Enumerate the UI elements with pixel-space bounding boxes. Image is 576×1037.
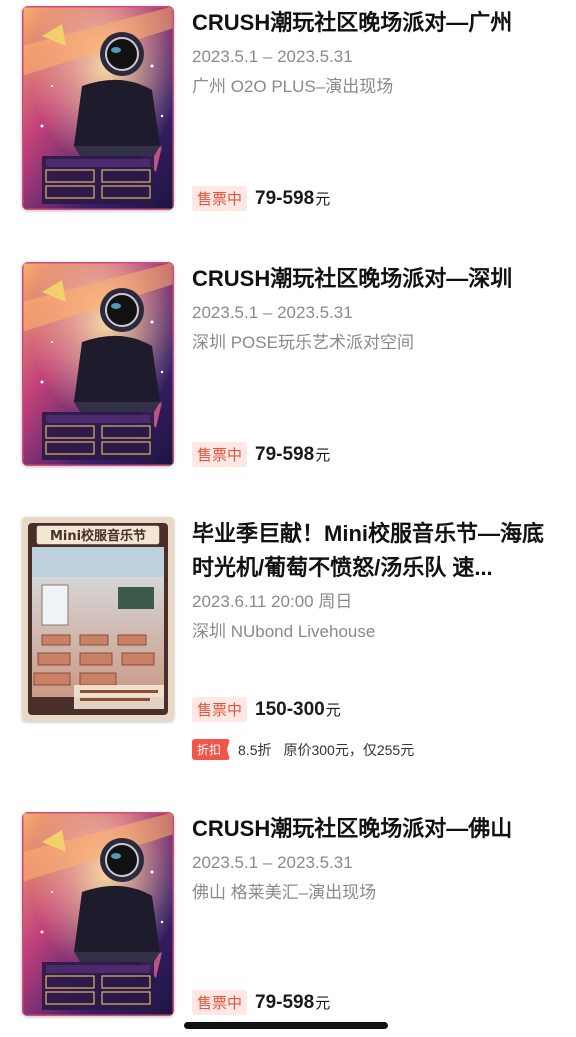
currency-unit: 元	[315, 191, 331, 208]
event-venue: 深圳 POSE玩乐艺术派对空间	[192, 333, 414, 352]
event-title[interactable]: CRUSH潮玩社区晚场派对—佛山	[192, 812, 552, 846]
discount-detail: 原价300元，仅255元	[283, 741, 415, 758]
discount-rate: 8.5折	[238, 741, 272, 758]
event-card-guangzhou[interactable]: CRUSH潮玩社区晚场派对—广州 2023.5.1 – 2023.5.31 广州…	[22, 6, 562, 216]
event-title[interactable]: CRUSH潮玩社区晚场派对—深圳	[192, 262, 552, 296]
event-venue: 佛山 格莱美汇–演出现场	[192, 883, 377, 902]
event-card-shenzhen[interactable]: CRUSH潮玩社区晚场派对—深圳 2023.5.1 – 2023.5.31 深圳…	[22, 262, 562, 472]
event-title[interactable]: 毕业季巨献！Mini校服音乐节—海底时光机/葡萄不愤怒/汤乐队 速...	[192, 517, 552, 585]
event-poster[interactable]	[22, 6, 174, 210]
home-indicator[interactable]	[184, 1022, 388, 1029]
event-date: 2023.6.11 20:00 周日	[192, 592, 353, 611]
status-badge: 售票中	[192, 990, 248, 1015]
price-row: 售票中 79-598 元	[192, 186, 330, 211]
status-badge: 售票中	[192, 186, 248, 211]
discount-row: 折扣 8.5折 原价300元，仅255元	[192, 739, 414, 760]
event-card-mini-festival[interactable]: Mini校服音乐节 毕业季巨献！Mini校服音乐节—海底时光机/葡萄不愤怒/汤乐…	[22, 517, 562, 767]
price-row: 售票中 150-300 元	[192, 697, 341, 722]
event-venue: 深圳 NUbond Livehouse	[192, 622, 376, 641]
currency-unit: 元	[315, 995, 331, 1012]
price-range: 79-598	[255, 187, 315, 209]
event-date: 2023.5.1 – 2023.5.31	[192, 853, 353, 872]
currency-unit: 元	[325, 702, 341, 719]
event-venue: 广州 O2O PLUS–演出现场	[192, 77, 394, 96]
status-badge: 售票中	[192, 697, 248, 722]
price-range: 79-598	[255, 991, 315, 1013]
event-date: 2023.5.1 – 2023.5.31	[192, 303, 353, 322]
price-range: 150-300	[255, 698, 325, 720]
discount-badge: 折扣	[192, 739, 231, 760]
price-range: 79-598	[255, 443, 315, 465]
status-badge: 售票中	[192, 442, 248, 467]
currency-unit: 元	[315, 447, 331, 464]
price-row: 售票中 79-598 元	[192, 990, 330, 1015]
poster-title: Mini校服音乐节	[50, 528, 146, 544]
event-card-foshan[interactable]: CRUSH潮玩社区晚场派对—佛山 2023.5.1 – 2023.5.31 佛山…	[22, 812, 562, 1022]
price-row: 售票中 79-598 元	[192, 442, 330, 467]
event-date: 2023.5.1 – 2023.5.31	[192, 47, 353, 66]
event-poster[interactable]: Mini校服音乐节	[22, 517, 174, 721]
event-title[interactable]: CRUSH潮玩社区晚场派对—广州	[192, 6, 552, 40]
event-poster[interactable]	[22, 262, 174, 466]
event-poster[interactable]	[22, 812, 174, 1016]
